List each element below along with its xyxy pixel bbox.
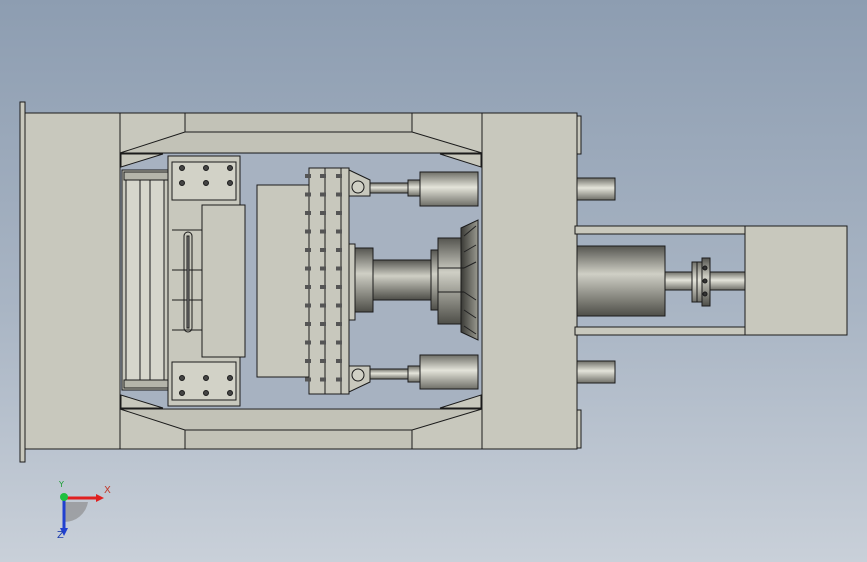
flange-bolt [336,211,342,215]
z-axis-label: Z [57,530,64,541]
flange-bolt [305,229,311,234]
flange-bolt [305,322,311,326]
flange-bolt [305,211,311,215]
coordinate-triad: X Y Z [40,480,120,552]
flange-bolt [336,248,342,252]
left-end-plate[interactable] [19,101,26,463]
flange-bolt [320,303,326,308]
flange-bolt [336,229,342,234]
flange-bolt [320,322,326,326]
flange-bolt [305,303,311,308]
flange-bolt [305,248,311,252]
flange-bolt [336,285,342,289]
flange-bolt [336,174,342,178]
right-column[interactable] [481,112,578,450]
flange-bolt [336,322,342,326]
flange-bolt [336,192,342,197]
tail-block[interactable] [744,225,848,336]
flange-bolt [305,359,311,363]
flange-bolt [320,248,326,252]
flange-bolt [305,285,311,289]
flange-bolt [320,211,326,215]
flange-bolt [320,266,326,271]
flange-bolt [336,303,342,308]
flange-bolt [305,340,311,345]
flange-bolt [320,359,326,363]
flange-bolt [336,340,342,345]
flange-bolt [320,192,326,197]
cad-viewport[interactable]: X Y Z [0,0,867,562]
flange-bolt [336,359,342,363]
flange-bolt [336,377,342,382]
flange-bolt [336,266,342,271]
y-axis-label: Y [59,480,64,489]
flange-bolt [305,266,311,271]
hydraulic-cylinder[interactable] [574,225,748,336]
flange-bolt [320,174,326,178]
flange-bolt [305,192,311,197]
flange-bolt [320,229,326,234]
left-column[interactable] [24,112,121,450]
flange-bolt [305,174,311,178]
cad-model-drawing[interactable] [0,0,867,562]
flange-bolt [305,377,311,382]
x-axis-label: X [104,485,111,496]
flange-bolt [320,377,326,382]
flange-bolt [320,285,326,289]
flange-bolt [320,340,326,345]
